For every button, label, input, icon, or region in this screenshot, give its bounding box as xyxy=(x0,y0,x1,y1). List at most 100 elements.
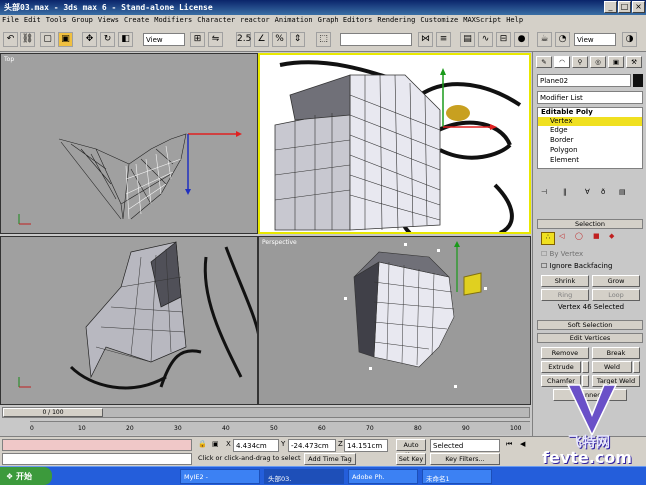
start-button[interactable]: ❖ 开始 xyxy=(0,467,52,485)
object-color-swatch[interactable] xyxy=(633,74,643,87)
move-icon[interactable]: ✥ xyxy=(82,32,97,47)
soft-selection-rollout-header[interactable]: Soft Selection xyxy=(537,320,643,330)
lock-selection-icon[interactable]: 🔒 xyxy=(198,440,207,448)
render-scene-icon[interactable]: ☕ xyxy=(537,32,552,47)
reference-coord-dropdown[interactable]: View xyxy=(143,33,185,46)
track-bar[interactable]: 0 10 20 30 40 50 60 70 80 90 100 xyxy=(30,421,530,435)
menu-item-views[interactable]: Views xyxy=(98,16,119,24)
material-editor-icon[interactable]: ● xyxy=(514,32,529,47)
undo-icon[interactable]: ↶ xyxy=(3,32,18,47)
percent-snap-icon[interactable]: % xyxy=(272,32,287,47)
weld-settings-button[interactable] xyxy=(633,361,640,373)
remove-button[interactable]: Remove xyxy=(541,347,589,359)
viewport-left[interactable] xyxy=(0,236,258,405)
hierarchy-tab-icon[interactable]: ⚲ xyxy=(572,56,588,68)
ring-button[interactable]: Ring xyxy=(541,289,589,301)
go-to-start-icon[interactable]: ⏮ xyxy=(506,440,512,449)
absolute-mode-icon[interactable]: ▣ xyxy=(212,440,219,448)
time-slider[interactable]: 0 / 100 xyxy=(3,408,103,417)
y-coordinate-field[interactable]: -24.473cm xyxy=(288,439,336,452)
rotate-icon[interactable]: ↻ xyxy=(100,32,115,47)
selection-rollout-header[interactable]: Selection xyxy=(537,219,643,229)
menu-item-help[interactable]: Help xyxy=(506,16,523,24)
snap-icon[interactable]: 2.5 xyxy=(236,32,251,47)
quick-render-icon[interactable]: ◔ xyxy=(555,32,570,47)
auto-key-button[interactable]: Auto Key xyxy=(396,439,426,459)
named-selection-icon[interactable]: ⬚ xyxy=(316,32,331,47)
task-3dsmax[interactable]: 头部03. xyxy=(264,469,344,484)
stack-element[interactable]: Element xyxy=(538,156,642,166)
task-photoshop[interactable]: Adobe Ph. xyxy=(348,469,418,484)
layer-icon[interactable]: ▤ xyxy=(460,32,475,47)
minimize-button[interactable]: _ xyxy=(604,1,617,13)
render-type-dropdown[interactable]: View xyxy=(574,33,616,46)
align-icon[interactable]: ≡ xyxy=(436,32,451,47)
by-vertex-checkbox[interactable]: ☐ By Vertex xyxy=(541,250,641,258)
utilities-tab-icon[interactable]: ⚒ xyxy=(626,56,642,68)
remove-modifier-icon[interactable]: ð xyxy=(601,188,605,196)
scale-icon[interactable]: ◧ xyxy=(118,32,133,47)
modifier-list-dropdown[interactable]: Modifier List xyxy=(537,91,643,104)
x-coordinate-field[interactable]: 4.434cm xyxy=(233,439,279,452)
menu-item-tools[interactable]: Tools xyxy=(46,16,67,24)
menu-item-graph-editors[interactable]: Graph Editors xyxy=(318,16,373,24)
maxscript-output[interactable] xyxy=(2,453,192,465)
select-object-icon[interactable]: ▢ xyxy=(40,32,55,47)
configure-sets-icon[interactable]: ▤ xyxy=(619,188,626,196)
grow-button[interactable]: Grow xyxy=(592,275,640,287)
viewport-front[interactable] xyxy=(258,53,531,234)
stack-vertex[interactable]: Vertex xyxy=(538,117,642,126)
task-untitled[interactable]: 未命名1 xyxy=(422,469,492,484)
curve-editor-icon[interactable]: ∿ xyxy=(478,32,493,47)
menu-item-modifiers[interactable]: Modifiers xyxy=(154,16,192,24)
polygon-mode-icon[interactable]: ■ xyxy=(593,232,600,240)
render-last-icon[interactable]: ◑ xyxy=(622,32,637,47)
edit-vertices-rollout-header[interactable]: Edit Vertices xyxy=(537,333,643,343)
named-selection-dropdown[interactable] xyxy=(340,33,412,46)
show-end-result-icon[interactable]: ‖ xyxy=(563,188,567,196)
pin-stack-icon[interactable]: ⊣ xyxy=(541,188,547,196)
menu-item-reactor[interactable]: reactor xyxy=(240,16,270,24)
extrude-button[interactable]: Extrude xyxy=(541,361,581,373)
pivot-icon[interactable]: ⊞ xyxy=(190,32,205,47)
menu-item-edit[interactable]: Edit xyxy=(24,16,41,24)
loop-button[interactable]: Loop xyxy=(592,289,640,301)
z-coordinate-field[interactable]: 14.151cm xyxy=(344,439,388,452)
stack-edge[interactable]: Edge xyxy=(538,126,642,136)
schematic-icon[interactable]: ⊟ xyxy=(496,32,511,47)
select-by-name-icon[interactable]: ▣ xyxy=(58,32,73,47)
create-tab-icon[interactable]: ✎ xyxy=(536,56,552,68)
stack-editable-poly[interactable]: Editable Poly xyxy=(538,108,642,117)
border-mode-icon[interactable]: ◯ xyxy=(575,232,583,240)
angle-snap-icon[interactable]: ∠ xyxy=(254,32,269,47)
menu-item-animation[interactable]: Animation xyxy=(275,16,313,24)
make-unique-icon[interactable]: ∀ xyxy=(585,188,590,196)
task-myie2[interactable]: MyIE2 - xyxy=(180,469,260,484)
display-tab-icon[interactable]: ▣ xyxy=(608,56,624,68)
stack-polygon[interactable]: Polygon xyxy=(538,146,642,156)
time-slider-track[interactable]: 0 / 100 xyxy=(2,407,530,418)
key-selection-dropdown[interactable]: Selected xyxy=(430,439,500,452)
select-link-icon[interactable]: ⛓ xyxy=(20,32,35,47)
vertex-mode-icon[interactable]: ∴ xyxy=(541,232,555,245)
extrude-settings-button[interactable] xyxy=(582,361,589,373)
weld-button[interactable]: Weld xyxy=(592,361,632,373)
menu-item-maxscript[interactable]: MAXScript xyxy=(463,16,501,24)
shrink-button[interactable]: Shrink xyxy=(541,275,589,287)
menu-item-file[interactable]: File xyxy=(2,16,19,24)
mirror-tool-icon[interactable]: ⋈ xyxy=(418,32,433,47)
modify-tab-icon[interactable]: ◠ xyxy=(554,56,570,68)
element-mode-icon[interactable]: ◆ xyxy=(609,232,614,240)
set-key-button[interactable]: Set Key xyxy=(396,453,426,465)
ignore-backfacing-checkbox[interactable]: ☐ Ignore Backfacing xyxy=(541,262,641,270)
prev-frame-icon[interactable]: ◀ xyxy=(520,440,525,448)
maxscript-listener[interactable] xyxy=(2,439,192,451)
maximize-button[interactable]: □ xyxy=(618,1,631,13)
close-button[interactable]: × xyxy=(632,1,645,13)
viewport-top[interactable]: Top xyxy=(0,53,258,234)
mirror-icon[interactable]: ⇋ xyxy=(208,32,223,47)
motion-tab-icon[interactable]: ◎ xyxy=(590,56,606,68)
menu-item-rendering[interactable]: Rendering xyxy=(377,16,415,24)
break-button[interactable]: Break xyxy=(592,347,640,359)
viewport-perspective[interactable]: Perspective xyxy=(258,236,531,405)
